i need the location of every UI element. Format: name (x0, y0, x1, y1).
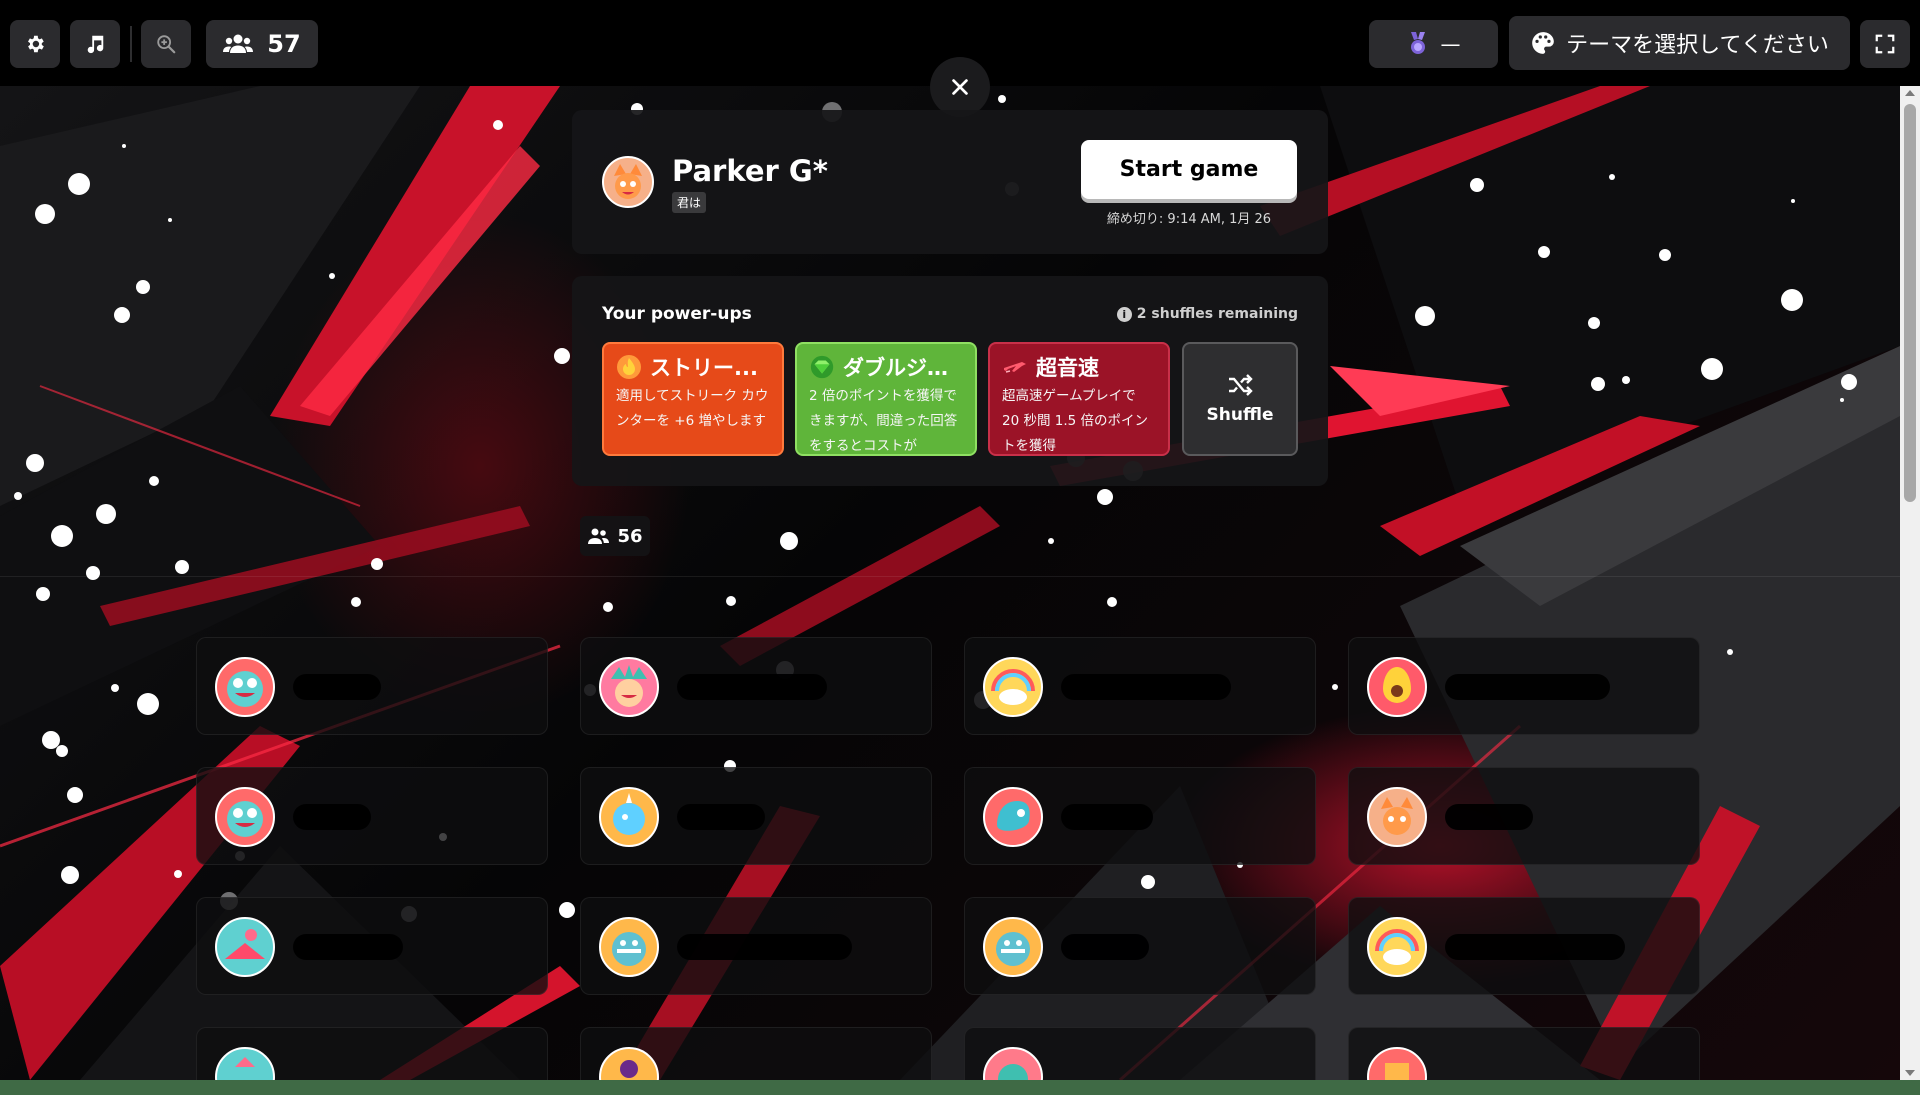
zoom-in-icon (157, 35, 176, 54)
palette-icon (1532, 32, 1554, 54)
player-name-redacted (293, 804, 371, 830)
player-name-redacted (677, 804, 765, 830)
zoom-button[interactable] (141, 20, 191, 68)
powerup-description: 適用してストリーク カウンターを +6 増やします (616, 388, 769, 429)
music-button[interactable] (70, 20, 120, 68)
powerup-description: 超高速ゲームプレイで 20 秒間 1.5 倍のポイントを獲得 (1002, 388, 1149, 454)
player-avatar (599, 657, 659, 717)
player-avatar (983, 787, 1043, 847)
deadline-text: 締め切り: 9:14 AM, 1月 26 (1106, 212, 1272, 227)
player-avatar (215, 917, 275, 977)
theme-select-label: テーマを選択してください (1566, 33, 1829, 58)
fullscreen-button[interactable] (1860, 20, 1910, 68)
host-avatar (602, 156, 654, 208)
scrollbar-thumb[interactable] (1904, 104, 1916, 502)
player-card (580, 637, 932, 735)
settings-button[interactable] (10, 20, 60, 68)
player-name-redacted (1061, 804, 1153, 830)
player-avatar (215, 1047, 275, 1080)
player-avatar (215, 787, 275, 847)
player-card (196, 767, 548, 865)
powerups-title: Your power-ups (602, 304, 752, 324)
shuffle-button[interactable]: Shuffle (1182, 342, 1298, 456)
close-button[interactable] (930, 57, 990, 117)
you-badge: 君は (672, 192, 707, 213)
player-card (196, 897, 548, 995)
bottom-strip (0, 1080, 1920, 1095)
shuffles-remaining: i 2 shuffles remaining (1116, 306, 1298, 322)
player-card (196, 1027, 548, 1080)
player-card (1348, 637, 1700, 735)
player-avatar (1367, 787, 1427, 847)
player-count: 57 (267, 30, 301, 58)
player-name-redacted (1061, 674, 1231, 700)
powerup-name: 超音速 (1036, 356, 1099, 380)
player-name-redacted (293, 934, 403, 960)
gear-icon (28, 35, 44, 53)
player-avatar (599, 917, 659, 977)
powerups-panel: Your power-ups i 2 shuffles remaining スト… (572, 276, 1328, 486)
player-avatar (215, 657, 275, 717)
scroll-down-arrow[interactable] (1905, 1070, 1915, 1076)
player-name-redacted (293, 674, 381, 700)
player-avatar (1367, 917, 1427, 977)
player-avatar (1367, 657, 1427, 717)
player-avatar (983, 917, 1043, 977)
music-note-icon (87, 35, 104, 54)
player-card (580, 767, 932, 865)
powerup-name: ダブルジェ... (843, 356, 963, 380)
double-gem-icon (810, 355, 834, 379)
jet-icon (1004, 362, 1026, 373)
shuffles-remaining-text: 2 shuffles remaining (1136, 306, 1298, 322)
scroll-up-arrow[interactable] (1905, 90, 1915, 96)
powerup-streak[interactable]: ストリー... 適用してストリーク カウンターを +6 増やします (602, 342, 784, 456)
player-name-redacted (1061, 934, 1149, 960)
players-button[interactable]: 57 (206, 20, 318, 68)
player-name-redacted (1445, 804, 1533, 830)
player-card (964, 637, 1316, 735)
theme-select-button[interactable]: テーマを選択してください (1509, 16, 1850, 70)
shuffle-icon (1229, 374, 1253, 396)
player-card (964, 897, 1316, 995)
player-card (1348, 767, 1700, 865)
player-name-redacted (677, 934, 852, 960)
users-icon (223, 34, 254, 53)
player-card (580, 897, 932, 995)
users-icon (588, 528, 610, 544)
player-card (1348, 897, 1700, 995)
shuffle-label: Shuffle (1206, 405, 1274, 425)
lobby-player-count: 56 (580, 516, 650, 556)
player-avatar (983, 1047, 1043, 1080)
powerup-description: 2 倍のポイントを獲得できますが、間違った回答をするとコストが (809, 388, 958, 454)
medal-value: — (1440, 32, 1461, 56)
player-card (580, 1027, 932, 1080)
info-icon: i (1116, 306, 1132, 322)
toolbar-divider (130, 26, 132, 62)
flame-icon (617, 355, 641, 379)
powerup-name: ストリー... (650, 356, 758, 380)
medal-button[interactable]: — (1369, 20, 1498, 68)
player-avatar (983, 657, 1043, 717)
host-card: Parker G* 君は Start game 締め切り: 9:14 AM, 1… (572, 110, 1328, 254)
player-avatar (599, 787, 659, 847)
player-avatar (599, 1047, 659, 1080)
player-name-redacted (1445, 934, 1625, 960)
player-avatar (1367, 1047, 1427, 1080)
lobby-player-count-value: 56 (617, 525, 643, 547)
close-icon (952, 79, 968, 95)
powerup-supersonic[interactable]: 超音速 超高速ゲームプレイで 20 秒間 1.5 倍のポイントを獲得 (988, 342, 1170, 456)
player-name-redacted (1445, 674, 1610, 700)
player-card (964, 767, 1316, 865)
player-card (1348, 1027, 1700, 1080)
host-name: Parker G* (672, 154, 828, 188)
section-divider (0, 576, 1900, 577)
player-card (196, 637, 548, 735)
page-scrollbar[interactable] (1900, 86, 1920, 1080)
powerup-double-jeopardy[interactable]: ダブルジェ... 2 倍のポイントを獲得できますが、間違った回答をするとコストが (795, 342, 977, 456)
medal-icon (1410, 32, 1425, 54)
fullscreen-icon (1875, 34, 1895, 54)
start-game-button[interactable]: Start game (1081, 140, 1297, 199)
player-name-redacted (677, 674, 827, 700)
player-card (964, 1027, 1316, 1080)
